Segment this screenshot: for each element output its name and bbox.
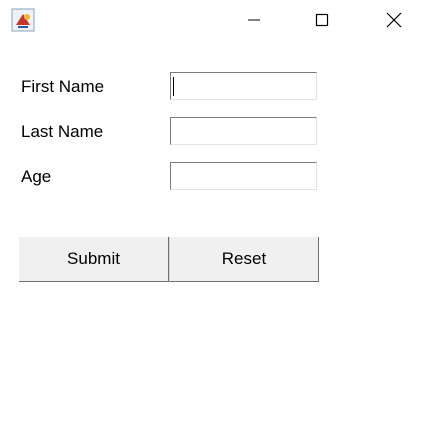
close-button[interactable]	[371, 0, 417, 40]
minimize-button[interactable]	[231, 0, 277, 40]
java-app-icon[interactable]	[11, 8, 35, 32]
text-caret	[173, 77, 174, 96]
maximize-button[interactable]	[299, 0, 345, 40]
reset-button[interactable]: Reset	[169, 237, 319, 282]
maximize-icon	[315, 13, 329, 27]
age-field[interactable]	[170, 162, 317, 190]
last-name-field[interactable]	[170, 117, 317, 145]
first-name-field[interactable]	[170, 72, 317, 100]
app-window: First Name Last Name Age Submit Reset	[0, 0, 427, 429]
submit-button[interactable]: Submit	[19, 237, 169, 282]
first-name-label: First Name	[21, 77, 105, 96]
age-label: Age	[21, 167, 52, 186]
close-icon	[386, 12, 402, 28]
title-bar[interactable]	[0, 0, 427, 40]
minimize-icon	[248, 19, 260, 21]
last-name-label: Last Name	[21, 122, 104, 141]
